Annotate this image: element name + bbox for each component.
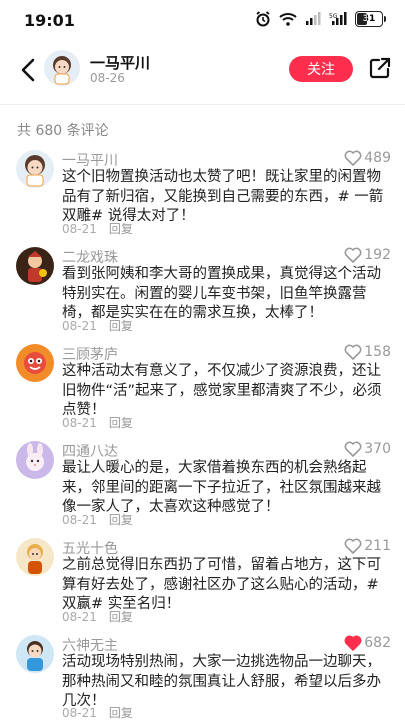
comment-date: 08-21 [62,319,97,333]
heart-icon [344,150,362,166]
share-icon[interactable] [368,56,392,80]
reply-button[interactable]: 回复 [109,416,133,430]
wifi-icon [279,13,297,26]
comment-item: 二龙戏珠 192 看到张阿姨和李大哥的置换成果，真觉得这个活动特别实在。闲置的婴… [0,247,405,333]
doll-avatar-icon [16,538,54,576]
like-count: 682 [364,635,391,651]
comment-item: 五光十色 211 之前总觉得旧东西扔了可惜，留着占地方，这下可算有好去处了，感谢… [0,538,405,624]
commenter-name[interactable]: 五光十色 [62,538,118,558]
like-count: 211 [364,538,391,554]
comment-meta: 08-21 回复 [62,414,133,431]
like-button[interactable]: 211 [344,538,391,554]
post-header: 一马平川 08-26 关注 [0,44,405,100]
like-button[interactable]: 489 [344,150,391,166]
commenter-avatar[interactable] [16,538,54,576]
like-count: 158 [364,344,391,360]
battery-level: 31 [362,14,376,24]
heart-filled-icon [344,635,362,651]
comment-meta: 08-21 回复 [62,220,133,237]
comment-meta: 08-21 回复 [62,608,133,625]
dragon-avatar-icon [16,247,54,285]
like-button[interactable]: 158 [344,344,391,360]
commenter-name[interactable]: 六神无主 [62,635,118,655]
like-count: 489 [364,150,391,166]
commenter-avatar[interactable] [16,441,54,479]
comment-item: 三顾茅庐 158 这种活动太有意义了，不仅减少了资源浪费，还让旧物件“活”起来了… [0,344,405,430]
signal-5g-icon: 5G [329,12,347,25]
bunny-avatar-icon [16,441,54,479]
reply-button[interactable]: 回复 [109,610,133,624]
commenter-name[interactable]: 二龙戏珠 [62,247,118,267]
like-button[interactable]: 682 [344,635,391,651]
commenter-avatar[interactable] [16,247,54,285]
comment-text: 看到张阿姨和李大哥的置换成果，真觉得这个活动特别实在。闲置的婴儿车变书架，旧鱼竿… [62,266,381,321]
signal-icon [306,12,321,25]
comment-item: 四通八达 370 最让人暖心的是，大家借着换东西的机会熟络起来，邻里间的距离一下… [0,441,405,527]
alarm-icon [256,11,270,27]
commenter-name[interactable]: 三顾茅庐 [62,344,118,364]
divider [0,104,405,105]
like-button[interactable]: 192 [344,247,391,263]
like-count: 192 [364,247,391,263]
comment-count: 共 680 条评论 [17,123,109,139]
status-icons: 5G 31 [255,11,386,27]
comment-date: 08-21 [62,706,97,720]
comment-text: 之前总觉得旧东西扔了可惜，留着占地方，这下可算有好去处了，感谢社区办了这么贴心的… [62,557,381,612]
comment-meta: 08-21 回复 [62,511,133,528]
reply-button[interactable]: 回复 [109,706,133,720]
comment-date: 08-21 [62,222,97,236]
commenter-avatar[interactable] [16,635,54,673]
heart-icon [344,538,362,554]
comment-date: 08-21 [62,610,97,624]
follow-button[interactable]: 关注 [289,56,353,82]
commenter-avatar[interactable] [16,150,54,188]
comment-text: 这种活动太有意义了，不仅减少了资源浪费，还让旧物件“活”起来了，感觉家里都清爽了… [62,363,382,418]
comment-text: 这个旧物置换活动也太赞了吧！既让家里的闲置物品有了新归宿，又能换到自己需要的东西… [62,169,384,224]
comment-meta: 08-21 回复 [62,317,133,334]
mascot-avatar-icon [16,344,54,382]
comment-meta: 08-21 回复 [62,704,133,721]
commenter-avatar[interactable] [16,344,54,382]
comment-date: 08-21 [62,416,97,430]
reply-button[interactable]: 回复 [109,319,133,333]
boy-avatar-icon [16,635,54,673]
back-icon[interactable] [18,56,40,84]
comment-date: 08-21 [62,513,97,527]
author-avatar[interactable] [44,50,80,86]
author-name[interactable]: 一马平川 [90,52,150,73]
reply-button[interactable]: 回复 [109,513,133,527]
commenter-name[interactable]: 四通八达 [62,441,118,461]
heart-icon [344,344,362,360]
girl-avatar-icon [44,50,80,86]
comment-text: 最让人暖心的是，大家借着换东西的机会熟络起来，邻里间的距离一下子拉近了，社区氛围… [62,460,381,515]
comment-item: 一马平川 489 这个旧物置换活动也太赞了吧！既让家里的闲置物品有了新归宿，又能… [0,150,405,236]
battery-icon: 31 [355,11,386,27]
post-date: 08-26 [90,71,125,85]
like-count: 370 [364,441,391,457]
girl-avatar-icon [16,150,54,188]
reply-button[interactable]: 回复 [109,222,133,236]
comment-item: 六神无主 682 活动现场特别热闹，大家一边挑选物品一边聊天，那种热闹又和睦的氛… [0,635,405,720]
like-button[interactable]: 370 [344,441,391,457]
status-bar: 19:01 5G 31 [0,0,405,40]
status-time: 19:01 [24,11,75,30]
comment-text: 活动现场特别热闹，大家一边挑选物品一边聊天，那种热闹又和睦的氛围真让人舒服，希望… [62,654,381,709]
heart-icon [344,441,362,457]
commenter-name[interactable]: 一马平川 [62,150,118,170]
heart-icon [344,247,362,263]
